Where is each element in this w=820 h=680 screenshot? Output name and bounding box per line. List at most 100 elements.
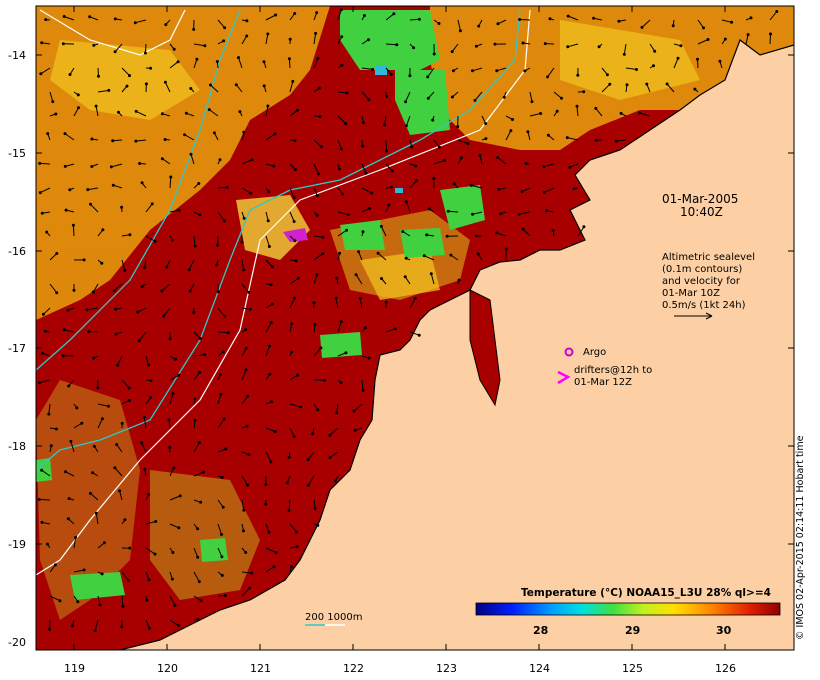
velocity-arrow-head (66, 308, 70, 312)
lon-tick-label: 123 (436, 662, 457, 675)
velocity-arrow-head (370, 191, 374, 195)
velocity-arrow-head (344, 122, 348, 126)
velocity-arrow-head (456, 125, 460, 129)
velocity-arrow-head (545, 209, 549, 213)
velocity-arrow-head (723, 37, 727, 41)
velocity-arrow-head (502, 95, 506, 99)
velocity-arrow-head (363, 326, 367, 330)
velocity-arrow-head (367, 38, 370, 42)
velocity-arrow-head (594, 106, 598, 110)
velocity-arrow (72, 225, 75, 237)
velocity-arrow-head (389, 72, 393, 76)
velocity-arrow-head (193, 418, 197, 422)
velocity-arrow-head (242, 508, 246, 512)
velocity-arrow-head (665, 82, 669, 86)
velocity-arrow-head (215, 60, 219, 63)
velocity-arrow-head (40, 41, 44, 45)
velocity-arrow-head (192, 27, 196, 31)
colorbar-title: Temperature (°C) NOAA15_L3U 28% ql>=4 (521, 587, 771, 599)
velocity-arrow-head (114, 332, 118, 336)
velocity-arrow-head (410, 145, 414, 149)
velocity-arrow-head (432, 52, 436, 56)
velocity-arrow-head (128, 233, 132, 237)
velocity-arrow-head (469, 183, 473, 187)
velocity-arrow-head (223, 594, 227, 597)
velocity-arrow-head (118, 489, 122, 493)
velocity-arrow-head (450, 95, 454, 99)
velocity-arrow-head (188, 289, 192, 293)
velocity-arrow-head (415, 179, 419, 183)
velocity-arrow-head (43, 329, 47, 333)
velocity-arrow-head (223, 26, 227, 30)
velocity-arrow-head (340, 35, 344, 39)
velocity-arrow-head (517, 212, 521, 216)
velocity-arrow-head (403, 275, 407, 279)
velocity-arrow-head (168, 337, 172, 341)
velocity-arrow-head (247, 453, 251, 457)
velocity-arrow-head (92, 356, 96, 360)
velocity-arrow-head (219, 392, 223, 396)
velocity-arrow-head (495, 69, 499, 73)
velocity-arrow-head (290, 350, 294, 354)
velocity-arrow-head (268, 344, 271, 348)
velocity-arrow-head (357, 250, 361, 254)
velocity-arrow-head (287, 455, 291, 459)
velocity-arrow-head (85, 308, 89, 312)
velocity-arrow-head (114, 307, 118, 311)
velocity-arrow-head (311, 432, 315, 436)
velocity-arrow-head (576, 73, 580, 77)
velocity-arrow-head (143, 266, 146, 270)
velocity-arrow-head (125, 84, 129, 88)
velocity-arrow-head (292, 196, 296, 200)
velocity-arrow-head (314, 31, 318, 35)
lat-tick-label: -20 (8, 636, 26, 649)
velocity-arrow-head (582, 90, 586, 94)
velocity-arrow-head (136, 310, 140, 314)
velocity-arrow-head (335, 276, 339, 280)
velocity-arrow-head (592, 16, 596, 20)
velocity-arrow-head (38, 161, 42, 165)
velocity-arrow-head (296, 276, 300, 280)
velocity-arrow-head (478, 154, 482, 157)
velocity-arrow-head (48, 627, 52, 631)
velocity-arrow-head (353, 428, 357, 432)
sealevel-note-line: Altimetric sealevel (662, 252, 755, 263)
velocity-arrow-head (361, 389, 365, 392)
velocity-arrow-head (445, 234, 449, 238)
velocity-arrow-head (414, 164, 418, 168)
velocity-arrow-head (68, 73, 72, 76)
velocity-arrow-head (202, 470, 206, 474)
velocity-arrow-head (313, 323, 317, 326)
velocity-arrow-head (76, 600, 80, 604)
velocity-arrow-head (437, 22, 441, 25)
velocity-arrow-head (290, 322, 294, 326)
velocity-arrow-head (426, 75, 430, 79)
velocity-arrow-head (273, 132, 277, 136)
velocity-arrow-head (318, 115, 322, 119)
velocity-arrow-head (339, 8, 343, 12)
velocity-arrow-head (422, 254, 426, 258)
velocity-arrow-head (608, 82, 612, 86)
lon-tick-label: 119 (64, 662, 85, 675)
velocity-arrow-head (352, 409, 356, 413)
velocity-arrow-head (98, 603, 102, 607)
velocity-arrow-head (111, 139, 115, 143)
velocity-arrow-head (94, 511, 98, 515)
velocity-arrow-head (203, 44, 207, 48)
velocity-arrow-head (167, 418, 171, 422)
velocity-arrow-head (496, 156, 500, 159)
velocity-arrow-head (457, 278, 461, 282)
velocity-arrow-head (272, 565, 276, 569)
velocity-arrow-head (264, 502, 268, 506)
velocity-arrow-head (292, 435, 296, 439)
velocity-arrow-head (216, 290, 220, 294)
velocity-arrow-head (404, 256, 408, 260)
velocity-arrow-head (89, 202, 92, 206)
velocity-arrow-head (272, 164, 276, 168)
velocity-arrow-head (392, 12, 396, 16)
velocity-arrow-head (594, 138, 598, 142)
velocity-arrow-head (268, 372, 272, 376)
timestamp-date: 01-Mar-2005 (662, 192, 738, 206)
velocity-arrow-head (58, 599, 62, 603)
velocity-arrow-head (91, 471, 95, 475)
